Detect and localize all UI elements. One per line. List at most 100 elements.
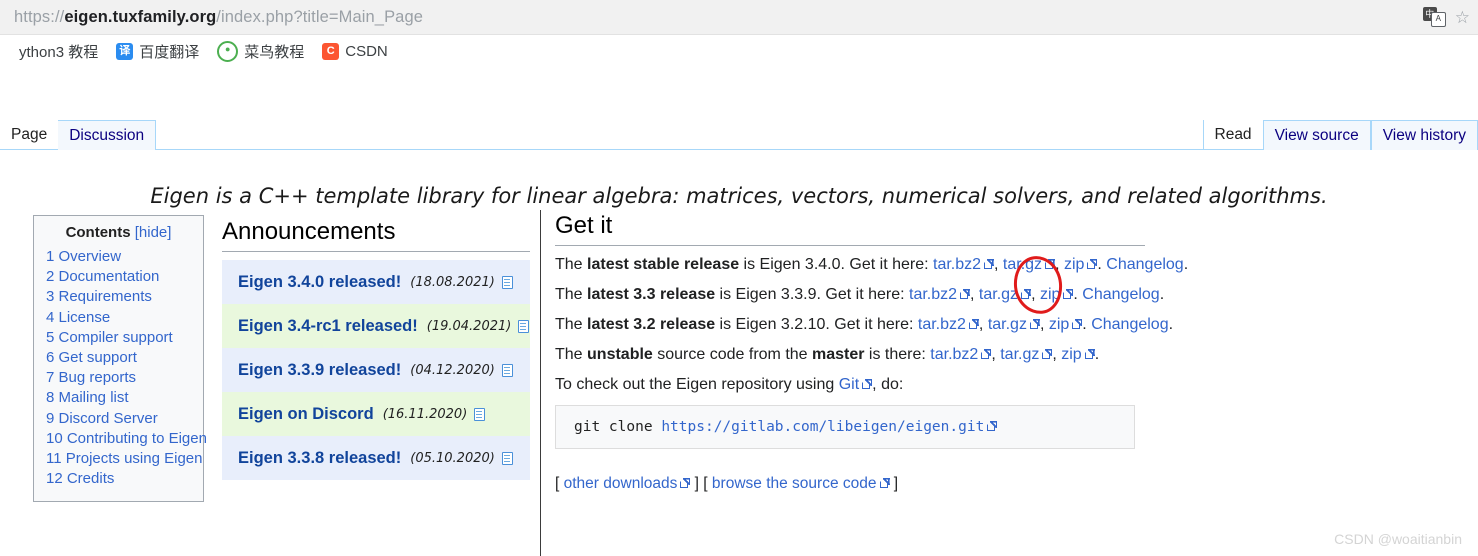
toc-item-mailing-list[interactable]: 8 Mailing list (46, 388, 203, 408)
translate-icon-a: A (1430, 12, 1446, 27)
view-tabs: Read View source View history (1202, 120, 1478, 150)
csdn-icon: C (322, 43, 340, 60)
page-document-icon[interactable] (501, 275, 513, 289)
browser-url-bar[interactable]: https://eigen.tuxfamily.org/index.php?ti… (0, 0, 1478, 35)
bookmark-label: ython3 教程 (19, 44, 99, 61)
chrome-spacer (0, 68, 1478, 90)
toc-item-projects[interactable]: 11 Projects using Eigen (46, 449, 203, 469)
bookmark-item-baidu-translate[interactable]: 译 百度翻译 (116, 41, 199, 62)
announcement-title[interactable]: Eigen 3.4.0 released! (238, 273, 401, 292)
tab-view-source[interactable]: View source (1262, 120, 1371, 150)
announcement-row[interactable]: Eigen 3.3.8 released! (05.10.2020) (222, 436, 530, 480)
changelog-link[interactable]: Changelog (1106, 256, 1183, 273)
translate-icon[interactable]: 中 A (1422, 7, 1446, 27)
bookmark-item-runoob[interactable]: ● 菜鸟教程 (217, 41, 304, 62)
line-post: . (1073, 286, 1083, 303)
announcement-row[interactable]: Eigen 3.3.9 released! (04.12.2020) (222, 348, 530, 392)
announcement-title[interactable]: Eigen 3.3.8 released! (238, 449, 401, 468)
line-bold: latest 3.3 release (587, 286, 716, 303)
other-downloads-link[interactable]: other downloads (564, 475, 678, 492)
release-line-stable: The latest stable release is Eigen 3.4.0… (555, 256, 1189, 273)
external-link-icon (1072, 319, 1083, 329)
git-link[interactable]: Git (839, 376, 859, 393)
line-mid: source code from the (652, 346, 812, 363)
tab-view-history[interactable]: View history (1370, 120, 1478, 150)
bookmark-star-icon[interactable]: ☆ (1455, 9, 1470, 26)
toc-item-bug-reports[interactable]: 7 Bug reports (46, 368, 203, 388)
toc-item-discord-server[interactable]: 9 Discord Server (46, 409, 203, 429)
url-scheme: https:// (14, 7, 65, 26)
download-link-zip[interactable]: zip (1064, 256, 1084, 273)
download-link-tarbz2[interactable]: tar.bz2 (933, 256, 981, 273)
announcement-title[interactable]: Eigen 3.4-rc1 released! (238, 317, 418, 336)
external-link-icon (1063, 289, 1074, 299)
get-it-section: Get it The latest stable release is Eige… (555, 212, 1189, 493)
announcement-row[interactable]: Eigen 3.4.0 released! (18.08.2021) (222, 260, 530, 304)
download-link-targz[interactable]: tar.gz (1003, 256, 1042, 273)
download-link-tarbz2[interactable]: tar.bz2 (930, 346, 978, 363)
tab-read[interactable]: Read (1202, 120, 1263, 150)
toc-item-credits[interactable]: 12 Credits (46, 469, 203, 489)
download-link-zip[interactable]: zip (1061, 346, 1081, 363)
announcement-row[interactable]: Eigen 3.4-rc1 released! (19.04.2021) (222, 304, 530, 348)
bookmark-label: CSDN (345, 43, 388, 60)
download-link-tarbz2[interactable]: tar.bz2 (909, 286, 957, 303)
git-line-pre: To check out the Eigen repository using (555, 376, 839, 393)
toc-item-requirements[interactable]: 3 Requirements (46, 287, 203, 307)
page-document-icon[interactable] (501, 451, 513, 465)
external-link-icon (1045, 259, 1056, 269)
url-text[interactable]: https://eigen.tuxfamily.org/index.php?ti… (14, 8, 423, 27)
toc-item-contributing[interactable]: 10 Contributing to Eigen (46, 429, 207, 449)
line-post: . (1097, 256, 1107, 273)
release-line-33: The latest 3.3 release is Eigen 3.3.9. G… (555, 286, 1165, 303)
bookmark-item-csdn[interactable]: C CSDN (322, 43, 388, 60)
line-mid2: is there: (864, 346, 931, 363)
download-link-tarbz2[interactable]: tar.bz2 (918, 316, 966, 333)
tab-page[interactable]: Page (0, 120, 58, 150)
toc-title: Contents [hide] (34, 224, 203, 241)
git-clone-command: git clone (574, 419, 662, 435)
external-link-icon (1042, 349, 1053, 359)
toc-item-license[interactable]: 4 License (46, 308, 203, 328)
toc-hide-link[interactable]: [hide] (135, 224, 172, 241)
git-repo-url-link[interactable]: https://gitlab.com/libeigen/eigen.git (661, 419, 984, 435)
page-document-icon[interactable] (474, 407, 486, 421)
announcement-date: (04.12.2020) (410, 362, 495, 378)
release-line-unstable: The unstable source code from the master… (555, 346, 1100, 363)
announcement-title[interactable]: Eigen on Discord (238, 405, 374, 424)
page-document-icon[interactable] (501, 363, 513, 377)
line-bold: unstable (587, 346, 653, 363)
browse-source-code-link[interactable]: browse the source code (712, 475, 877, 492)
line-mid: is Eigen 3.3.9. Get it here: (715, 286, 909, 303)
changelog-link[interactable]: Changelog (1082, 286, 1159, 303)
page-document-icon[interactable] (518, 319, 530, 333)
toc-item-get-support[interactable]: 6 Get support (46, 348, 203, 368)
download-link-zip[interactable]: zip (1049, 316, 1069, 333)
download-link-targz[interactable]: tar.gz (1000, 346, 1039, 363)
announcement-title[interactable]: Eigen 3.3.9 released! (238, 361, 401, 380)
changelog-link[interactable]: Changelog (1091, 316, 1168, 333)
baidu-translate-icon: 译 (116, 43, 134, 60)
wiki-tab-strip: Page Discussion Read View source View hi… (0, 118, 1478, 150)
footer-open-bracket: [ (555, 475, 564, 492)
announcements-list: Eigen 3.4.0 released! (18.08.2021) Eigen… (222, 260, 530, 480)
release-line-32: The latest 3.2 release is Eigen 3.2.10. … (555, 316, 1174, 333)
git-clone-code-block[interactable]: git clone https://gitlab.com/libeigen/ei… (555, 405, 1135, 449)
bookmark-item-python3[interactable]: ython3 教程 (0, 41, 98, 62)
line-pre: The (555, 346, 588, 363)
announcement-row[interactable]: Eigen on Discord (16.11.2020) (222, 392, 530, 436)
bookmark-label: 百度翻译 (139, 44, 200, 61)
get-it-heading: Get it (555, 212, 1145, 246)
footer-close-bracket: ] (889, 475, 899, 492)
download-link-targz[interactable]: tar.gz (979, 286, 1018, 303)
external-link-icon (879, 478, 890, 488)
toc-item-compiler-support[interactable]: 5 Compiler support (46, 328, 203, 348)
toc-item-documentation[interactable]: 2 Documentation (46, 267, 203, 287)
toc-item-overview[interactable]: 1 Overview (46, 247, 203, 267)
external-link-icon (1021, 289, 1032, 299)
tab-discussion[interactable]: Discussion (58, 120, 157, 150)
line-pre: The (555, 256, 588, 273)
download-link-zip[interactable]: zip (1040, 286, 1060, 303)
watermark: CSDN @woaitianbin (1334, 531, 1462, 547)
download-link-targz[interactable]: tar.gz (988, 316, 1027, 333)
